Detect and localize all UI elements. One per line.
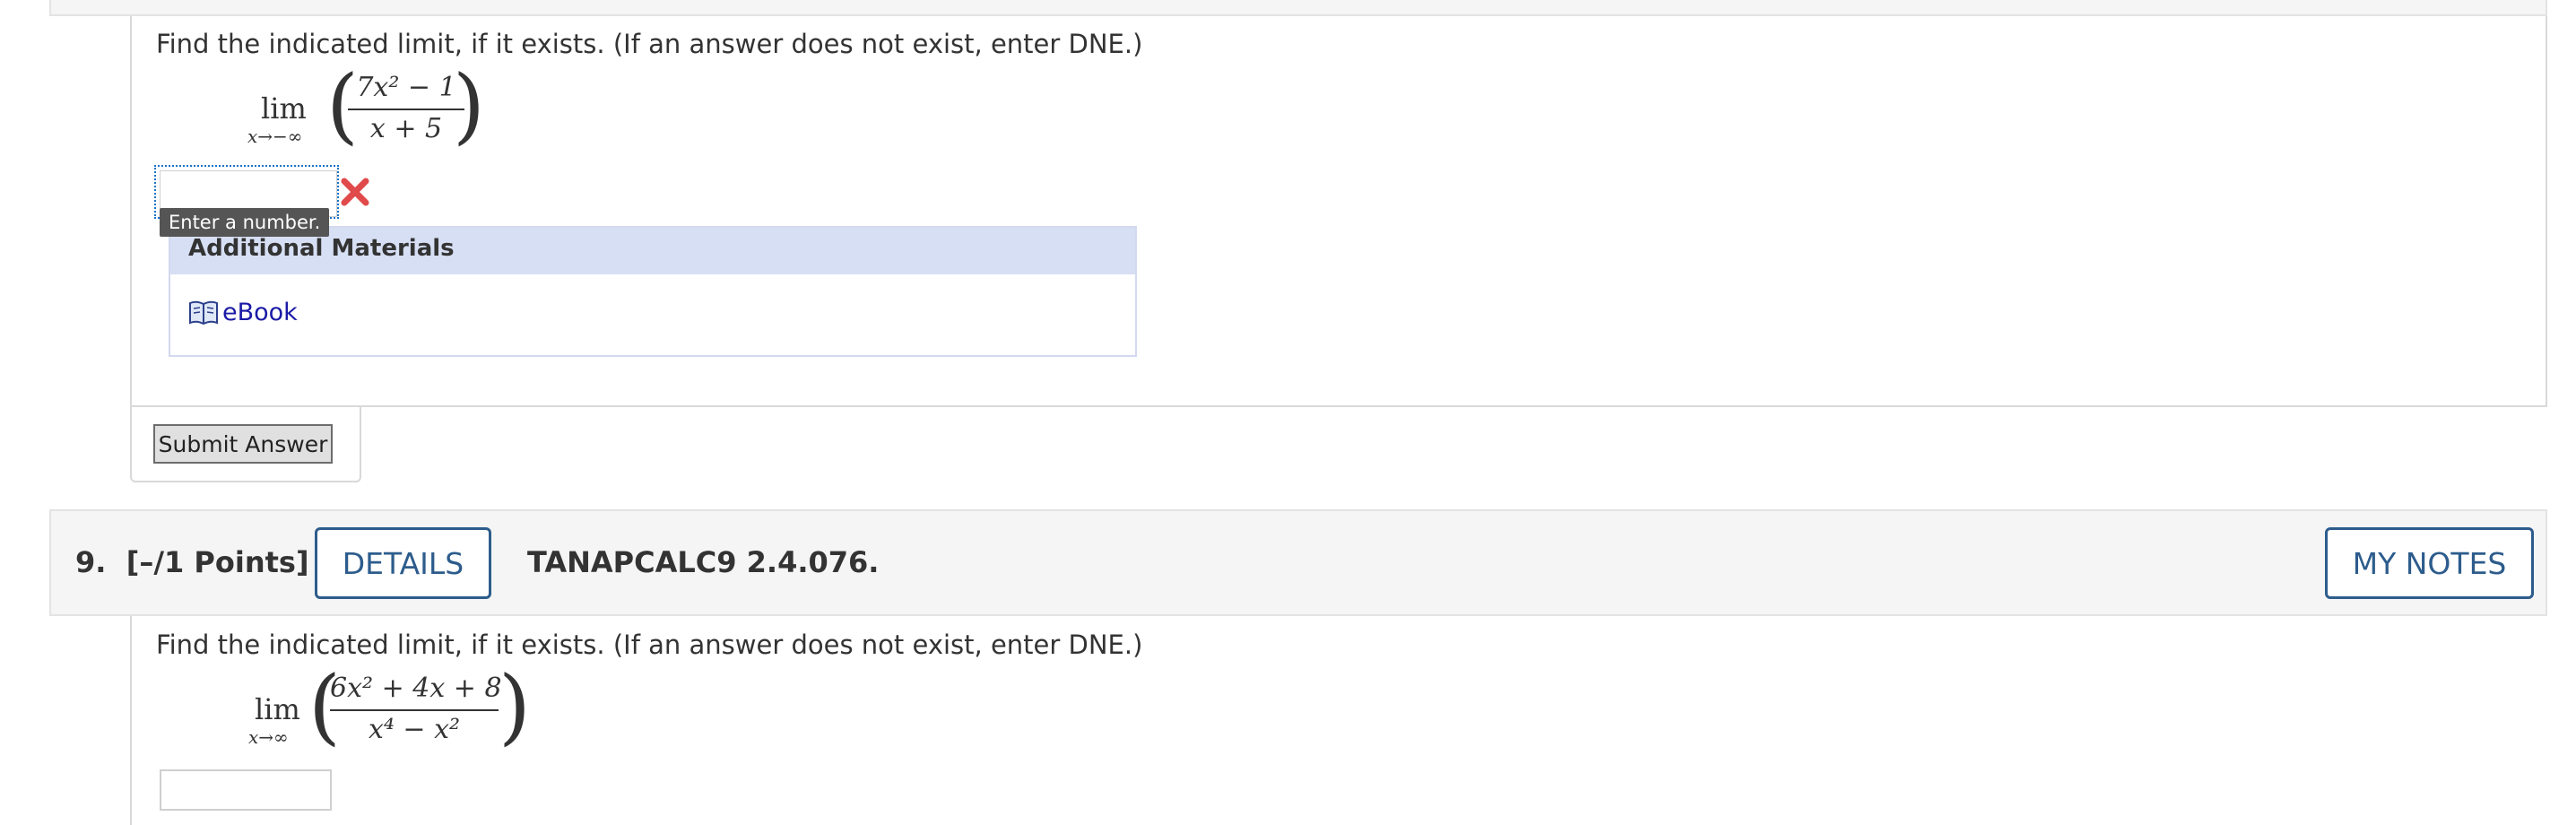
input-tooltip: Enter a number. [160,208,330,237]
lim-operator: lim [255,692,300,726]
details-button[interactable]: DETAILS [315,527,491,599]
submit-answer-button[interactable]: Submit Answer [153,424,333,464]
fraction-denominator: x⁴ − x² [368,714,461,745]
question-8-body-bottom-border [359,405,2547,407]
incorrect-x-icon [339,176,371,208]
fraction-numerator: 7x² − 1 [356,72,456,103]
question-9-answer-input[interactable] [160,769,332,811]
question-8-body-border [2546,16,2547,407]
lim-subscript: x→−∞ [247,126,303,147]
fraction-bar [348,109,464,110]
fraction-numerator: 6x² + 4x + 8 [330,673,502,704]
question-9-number: 9. [–/1 Points] [75,545,309,579]
lim-operator: lim [261,91,307,126]
question-8-prompt: Find the indicated limit, if it exists. … [156,29,1143,59]
question-9-prompt: Find the indicated limit, if it exists. … [156,630,1143,660]
book-icon[interactable] [188,300,219,330]
question-code: TANAPCALC9 2.4.076. [527,545,880,579]
fraction-bar [330,709,499,711]
my-notes-button[interactable]: MY NOTES [2325,527,2534,599]
additional-materials-title: Additional Materials [188,235,455,262]
right-paren: ) [499,658,531,754]
lim-subscript: x→∞ [248,726,289,748]
fraction-denominator: x + 5 [369,113,443,144]
question-9-body-border [130,616,132,825]
right-paren: ) [453,57,485,153]
question-points: [–/1 Points] [126,545,309,579]
ebook-link[interactable]: eBook [222,299,298,326]
question-number: 9. [75,545,107,579]
previous-question-header [49,0,2547,16]
